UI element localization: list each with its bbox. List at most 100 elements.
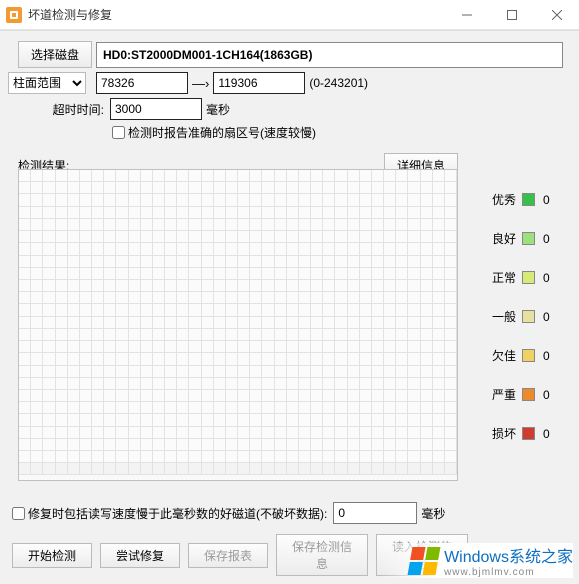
save-scan-info-button[interactable]: 保存检测信息 [276,534,368,576]
grid-cell [238,170,250,182]
grid-cell [275,451,287,463]
repair-threshold-input[interactable] [333,502,417,524]
grid-cell [80,219,92,231]
grid-cell [153,414,165,426]
grid-cell [19,341,31,353]
grid-cell [141,243,153,255]
grid-cell [141,207,153,219]
start-scan-button[interactable]: 开始检测 [12,543,92,568]
grid-cell [141,378,153,390]
grid-cell [189,256,201,268]
client-area: 选择磁盘 HD0:ST2000DM001-1CH164(1863GB) 柱面范围… [0,30,579,584]
grid-cell [421,231,433,243]
range-to-input[interactable] [213,72,305,94]
grid-cell [348,329,360,341]
grid-cell [433,329,445,341]
grid-cell [19,231,31,243]
grid-cell [275,231,287,243]
grid-cell [31,329,43,341]
grid-cell [189,402,201,414]
accurate-sector-checkbox[interactable]: 检测时报告准确的扇区号(速度较慢) [112,124,316,141]
grid-cell [384,182,396,194]
grid-cell [31,243,43,255]
grid-cell [348,390,360,402]
grid-cell [299,243,311,255]
legend-item: 优秀0 [478,191,568,208]
grid-cell [396,439,408,451]
grid-cell [408,304,420,316]
grid-cell [80,427,92,439]
grid-cell [396,256,408,268]
grid-cell [116,280,128,292]
grid-cell [323,256,335,268]
grid-cell [19,207,31,219]
grid-cell [43,304,55,316]
grid-cell [214,256,226,268]
try-repair-button[interactable]: 尝试修复 [100,543,180,568]
grid-cell [43,292,55,304]
grid-cell [80,414,92,426]
legend-count: 0 [543,271,555,285]
grid-cell [323,219,335,231]
grid-cell [189,304,201,316]
grid-cell [177,268,189,280]
grid-cell [250,329,262,341]
grid-cell [177,390,189,402]
grid-cell [262,390,274,402]
grid-cell [116,182,128,194]
grid-cell [43,353,55,365]
grid-cell [177,317,189,329]
grid-cell [311,207,323,219]
repair-threshold-unit: 毫秒 [421,505,445,522]
grid-cell [31,231,43,243]
grid-cell [262,170,274,182]
close-button[interactable] [534,0,579,30]
grid-cell [323,207,335,219]
grid-cell [433,280,445,292]
grid-cell [421,329,433,341]
load-scan-info-button[interactable]: 读入检测信息 [376,534,468,576]
legend-swatch [522,271,535,284]
grid-cell [323,390,335,402]
grid-cell [299,353,311,365]
grid-cell [250,341,262,353]
grid-cell [68,268,80,280]
select-disk-button[interactable]: 选择磁盘 [18,41,92,68]
grid-cell [226,463,238,475]
range-mode-select[interactable]: 柱面范围 [8,72,86,94]
grid-cell [56,256,68,268]
maximize-button[interactable] [489,0,534,30]
grid-cell [177,341,189,353]
grid-cell [189,353,201,365]
grid-cell [299,170,311,182]
grid-cell [335,378,347,390]
grid-cell [189,170,201,182]
grid-cell [335,292,347,304]
grid-cell [262,292,274,304]
grid-cell [360,243,372,255]
grid-cell [384,390,396,402]
grid-cell [433,231,445,243]
grid-cell [360,414,372,426]
grid-cell [408,207,420,219]
grid-cell [214,366,226,378]
grid-cell [68,390,80,402]
range-from-input[interactable] [96,72,188,94]
grid-cell [104,280,116,292]
grid-cell [92,390,104,402]
grid-cell [226,378,238,390]
grid-cell [165,182,177,194]
grid-cell [323,280,335,292]
timeout-input[interactable] [110,98,202,120]
grid-cell [177,439,189,451]
grid-cell [311,366,323,378]
grid-cell [348,366,360,378]
grid-cell [408,194,420,206]
grid-cell [43,243,55,255]
repair-slow-tracks-checkbox[interactable]: 修复时包括读写速度慢于此毫秒数的好磁道(不破坏数据): [12,505,327,522]
grid-cell [433,378,445,390]
save-report-button[interactable]: 保存报表 [188,543,268,568]
minimize-button[interactable] [444,0,489,30]
grid-cell [433,451,445,463]
grid-cell [335,451,347,463]
